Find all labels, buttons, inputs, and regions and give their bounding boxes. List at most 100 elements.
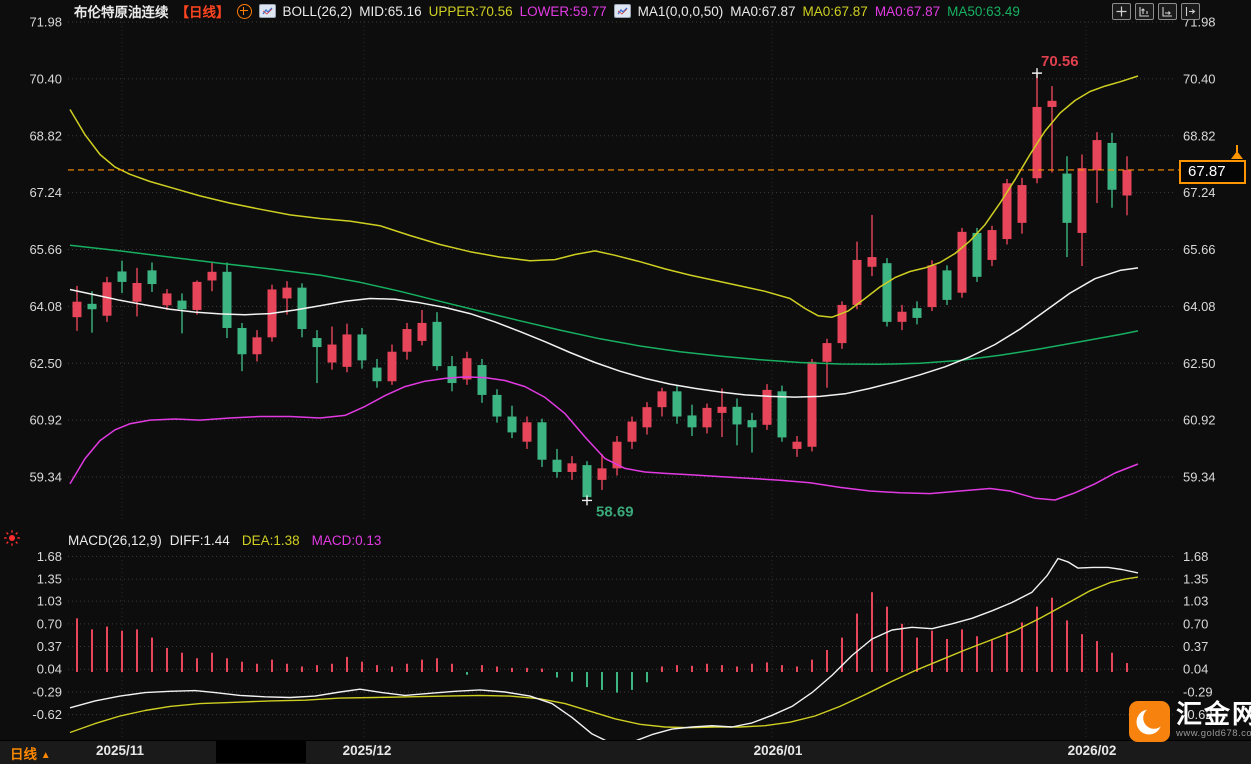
alert-indicator-icon bbox=[3, 529, 21, 552]
candle-body[interactable] bbox=[282, 287, 292, 299]
fit-horizontal-icon[interactable] bbox=[1158, 3, 1177, 20]
candle-body[interactable] bbox=[942, 270, 952, 300]
candle-body[interactable] bbox=[972, 232, 982, 277]
macd-axis-label: -0.62 bbox=[32, 707, 62, 722]
candle-body[interactable] bbox=[687, 415, 697, 428]
boll-label: BOLL(26,2) bbox=[282, 3, 353, 19]
y-axis-label: 68.82 bbox=[29, 128, 62, 143]
candle-body[interactable] bbox=[582, 465, 592, 498]
candle-body[interactable] bbox=[372, 367, 382, 382]
candle-body[interactable] bbox=[702, 407, 712, 428]
candle-body[interactable] bbox=[537, 422, 547, 460]
candle-body[interactable] bbox=[597, 468, 607, 480]
macd-header: MACD(26,12,9) DIFF:1.44 DEA:1.38 MACD:0.… bbox=[68, 533, 381, 548]
candle-body[interactable] bbox=[117, 271, 127, 282]
candle-body[interactable] bbox=[642, 407, 652, 428]
candle-body[interactable] bbox=[717, 406, 727, 413]
fit-vertical-icon[interactable] bbox=[1135, 3, 1154, 20]
candle-body[interactable] bbox=[1107, 142, 1117, 190]
candle-body[interactable] bbox=[162, 293, 172, 306]
candle-body[interactable] bbox=[762, 389, 772, 425]
macd-axis-label: 0.37 bbox=[37, 639, 62, 654]
macd-axis-label: -0.29 bbox=[1183, 684, 1213, 699]
boll-indicator-icon[interactable] bbox=[258, 4, 276, 18]
macd-dea-value: DEA:1.38 bbox=[241, 533, 300, 548]
candle-body[interactable] bbox=[357, 334, 367, 361]
candle-body[interactable] bbox=[627, 421, 637, 442]
candle-body[interactable] bbox=[327, 344, 337, 363]
scroll-right-icon[interactable] bbox=[1181, 3, 1200, 20]
boll-upper-value: UPPER:70.56 bbox=[428, 3, 513, 19]
candle-body[interactable] bbox=[147, 270, 157, 285]
low-annotation: 58.69 bbox=[596, 503, 634, 520]
candle-body[interactable] bbox=[957, 231, 967, 293]
timeframe-badge[interactable]: 【日线】 bbox=[176, 1, 230, 21]
candle-body[interactable] bbox=[387, 351, 397, 382]
candle-body[interactable] bbox=[417, 322, 427, 341]
candle-body[interactable] bbox=[192, 281, 202, 310]
candle-body[interactable] bbox=[1077, 168, 1087, 233]
candle-body[interactable] bbox=[312, 338, 322, 348]
candle-body[interactable] bbox=[657, 391, 667, 408]
candle-body[interactable] bbox=[822, 343, 832, 362]
last-price-tag: 67.87 bbox=[1179, 160, 1246, 184]
candle-body[interactable] bbox=[402, 329, 412, 352]
y-axis-label: 64.08 bbox=[1183, 299, 1216, 314]
candle-body[interactable] bbox=[72, 301, 82, 318]
candle-body[interactable] bbox=[492, 394, 502, 417]
candle-body[interactable] bbox=[1017, 185, 1027, 223]
candle-body[interactable] bbox=[222, 271, 232, 328]
candle-body[interactable] bbox=[837, 304, 847, 344]
candle-body[interactable] bbox=[927, 265, 937, 308]
candle-body[interactable] bbox=[447, 366, 457, 384]
candle-body[interactable] bbox=[1062, 173, 1072, 223]
y-axis-label: 67.24 bbox=[29, 185, 62, 200]
candle-body[interactable] bbox=[177, 300, 187, 310]
y-axis-label: 60.92 bbox=[29, 413, 62, 428]
ma0-value-yellow: MA0:67.87 bbox=[802, 3, 868, 19]
candle-body[interactable] bbox=[237, 327, 247, 355]
candle-body[interactable] bbox=[792, 441, 802, 449]
candle-body[interactable] bbox=[732, 406, 742, 425]
macd-diff-value: DIFF:1.44 bbox=[169, 533, 230, 548]
candle-body[interactable] bbox=[87, 303, 97, 310]
candle-body[interactable] bbox=[867, 257, 877, 267]
site-logo: 汇金网 www.gold678.com bbox=[1129, 701, 1251, 742]
candle-body[interactable] bbox=[432, 321, 442, 367]
candle-body[interactable] bbox=[552, 459, 562, 472]
candle-body[interactable] bbox=[1047, 100, 1057, 107]
chart-toolbar bbox=[1112, 3, 1200, 20]
candle-body[interactable] bbox=[882, 263, 892, 322]
candle-body[interactable] bbox=[852, 259, 862, 305]
candle-body[interactable] bbox=[567, 463, 577, 472]
pan-icon[interactable] bbox=[1112, 3, 1131, 20]
ma-indicator-icon[interactable] bbox=[613, 4, 631, 18]
candle-body[interactable] bbox=[1092, 140, 1102, 171]
y-axis-label: 59.34 bbox=[1183, 470, 1216, 485]
candle-body[interactable] bbox=[522, 422, 532, 442]
candle-body[interactable] bbox=[912, 308, 922, 318]
candle-body[interactable] bbox=[102, 282, 112, 316]
candle-body[interactable] bbox=[132, 282, 142, 302]
candle-body[interactable] bbox=[777, 391, 787, 438]
boll-lower-value: LOWER:59.77 bbox=[519, 3, 607, 19]
candle-body[interactable] bbox=[1122, 169, 1132, 196]
last-price-arrow-head bbox=[1231, 151, 1243, 159]
timeframe-selector[interactable]: 日线 ▲ bbox=[10, 743, 51, 763]
candle-body[interactable] bbox=[477, 365, 487, 395]
chevron-up-icon: ▲ bbox=[40, 750, 51, 761]
candle-body[interactable] bbox=[987, 230, 997, 260]
candle-body[interactable] bbox=[507, 416, 517, 433]
candle-body[interactable] bbox=[342, 334, 352, 367]
candle-body[interactable] bbox=[672, 391, 682, 417]
y-axis-label: 70.40 bbox=[29, 71, 62, 86]
add-indicator-icon[interactable] bbox=[236, 3, 252, 19]
chart-canvas[interactable]: 71.98 71.9870.40 70.4068.82 68.8267.24 67.24… bbox=[0, 0, 1251, 764]
candle-body[interactable] bbox=[897, 311, 907, 322]
y-axis-label: 60.92 bbox=[1183, 413, 1216, 428]
candle-body[interactable] bbox=[807, 361, 817, 447]
candle-body[interactable] bbox=[747, 420, 757, 428]
candle-body[interactable] bbox=[207, 271, 217, 281]
chart-app: 71.98 71.98 70.40 70.40 68.82 68.82 67.24 67.24… bbox=[0, 0, 1251, 764]
candle-body[interactable] bbox=[252, 337, 262, 355]
